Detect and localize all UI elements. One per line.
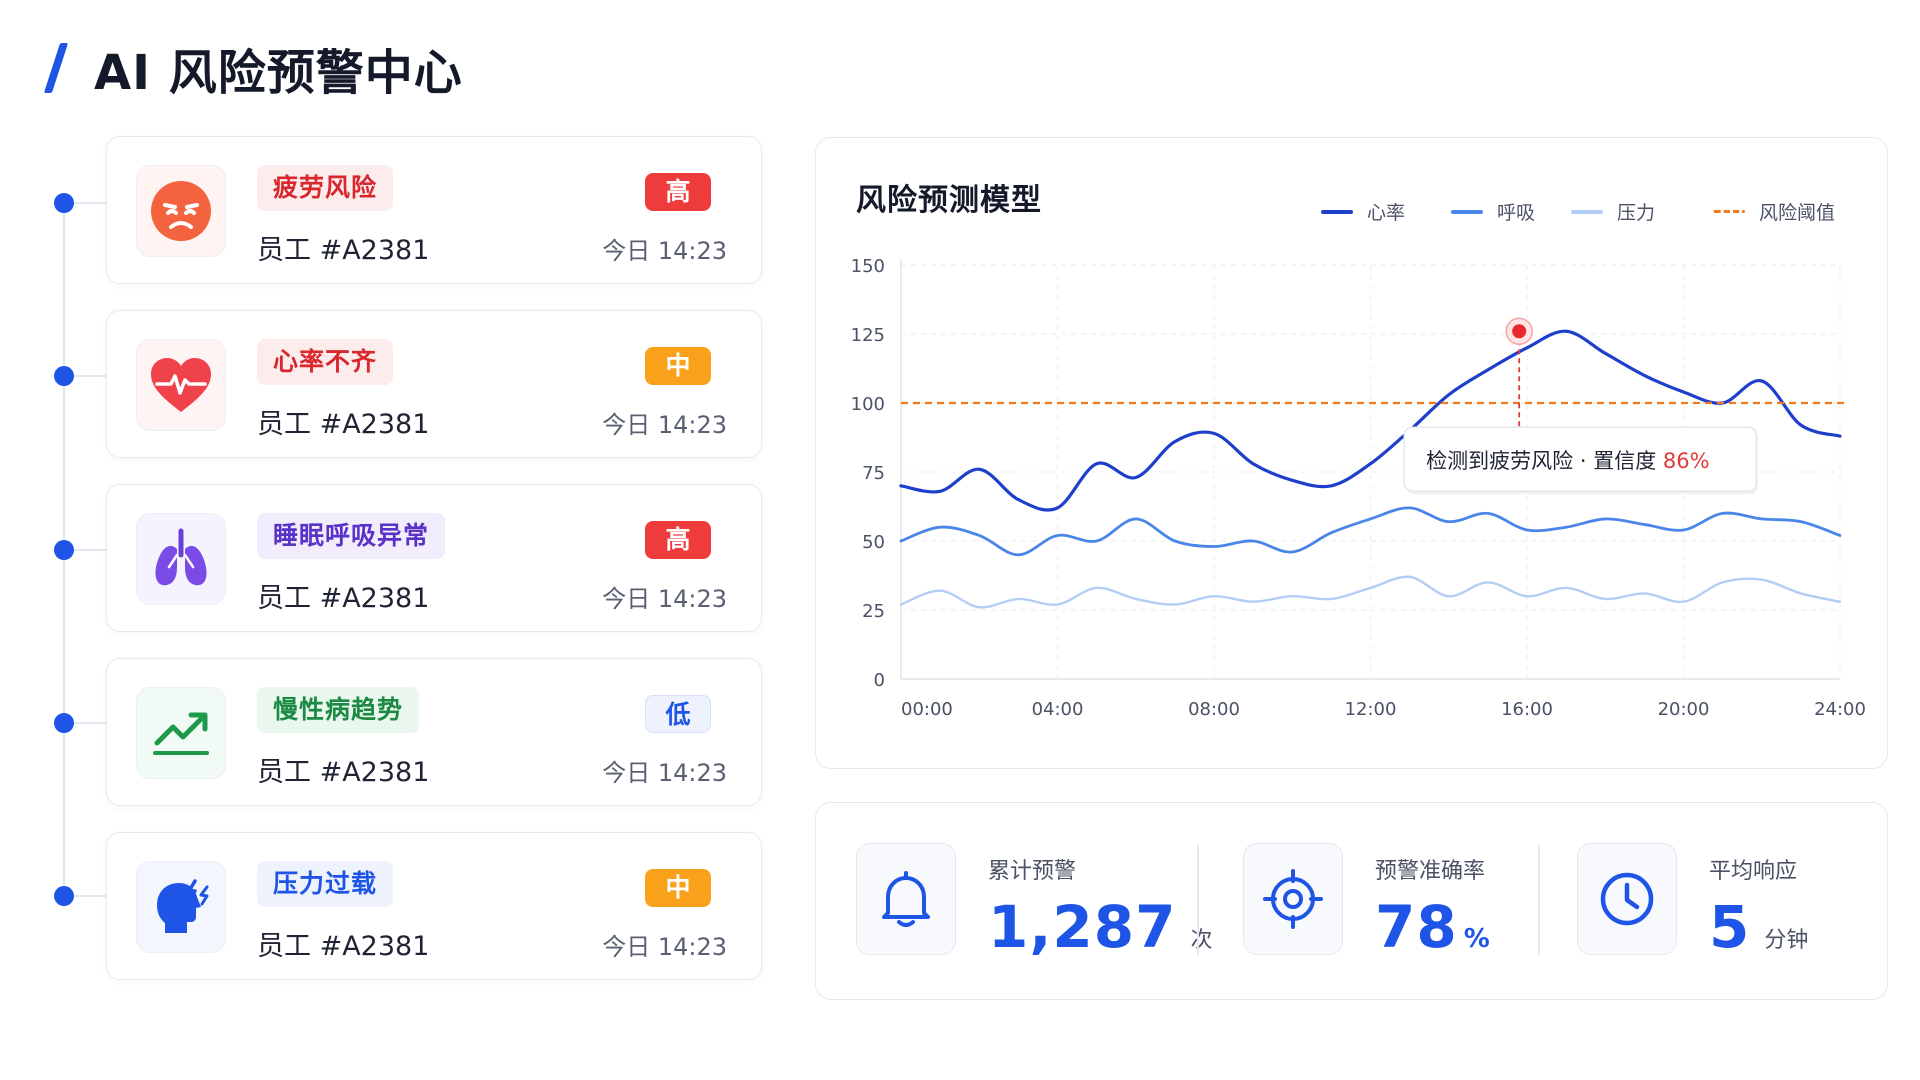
x-tick-label: 12:00 (1345, 699, 1397, 720)
stat-value: 1,287 次 (988, 893, 1212, 961)
page: AI 风险预警中心 疲劳风险 员工 #A2381 高 今日 14:23 心率不齐… (0, 0, 1920, 1080)
page-title: AI 风险预警中心 (94, 45, 463, 101)
alert-employee-id: 员工 #A2381 (257, 409, 430, 440)
y-tick-label: 75 (862, 463, 885, 484)
x-tick-label: 00:00 (901, 699, 953, 720)
timeline-dot (54, 886, 74, 906)
title-accent-slash (43, 43, 69, 93)
alert-card-fatigue[interactable]: 疲劳风险 员工 #A2381 高 今日 14:23 (106, 136, 762, 284)
timeline-tick (74, 202, 106, 204)
timeline-dot (54, 713, 74, 733)
y-tick-label: 50 (862, 532, 885, 553)
alert-type-tag: 压力过载 (257, 861, 394, 907)
alert-time: 今日 14:23 (602, 411, 727, 439)
stat-icon-box (1577, 843, 1677, 955)
bell-icon (882, 871, 930, 927)
timeline-tick (74, 375, 106, 377)
alert-card-sleep-apnea[interactable]: 睡眠呼吸异常 员工 #A2381 高 今日 14:23 (106, 484, 762, 632)
stat-number: 1,287 (988, 893, 1177, 961)
stat-label: 预警准确率 (1375, 859, 1486, 884)
alert-icon-box (136, 861, 226, 953)
timeline-dot (54, 193, 74, 213)
alert-type-tag: 疲劳风险 (257, 165, 394, 211)
alert-employee-id: 员工 #A2381 (257, 235, 430, 266)
stat-value: 5 分钟 (1709, 893, 1808, 961)
timeline-dot (54, 366, 74, 386)
alert-card-chronic-trend[interactable]: 慢性病趋势 员工 #A2381 低 今日 14:23 (106, 658, 762, 806)
trend-up-icon (153, 712, 209, 755)
timeline-tick (74, 722, 106, 724)
timeline-dot (54, 540, 74, 560)
x-tick-label: 04:00 (1032, 699, 1084, 720)
y-tick-label: 150 (851, 256, 885, 277)
stat-unit: 次 (1190, 928, 1213, 953)
tired-face-icon (151, 181, 211, 241)
stat-unit: % (1463, 924, 1490, 954)
alert-level-badge: 高 (645, 173, 711, 211)
clock-icon (1600, 872, 1654, 926)
stat-number: 5 (1709, 893, 1751, 961)
line-chart: 0 25 50 75 100 125 150 00:00 04:00 08:00 12:00 16:0… (851, 256, 1866, 720)
alert-level-badge: 中 (645, 869, 711, 907)
series-line-pressure (899, 575, 1842, 609)
alert-card-stress-overload[interactable]: 压力过载 员工 #A2381 中 今日 14:23 (106, 832, 762, 980)
alert-icon-box (136, 165, 226, 257)
x-tick-label: 24:00 (1814, 699, 1866, 720)
alert-time: 今日 14:23 (602, 933, 727, 961)
risk-model-chart-panel: 风险预测模型 心率 呼吸 压力 风险阈值 0 25 50 75 100 125 150 00:… (815, 137, 1888, 769)
header: AI 风险预警中心 (43, 38, 463, 101)
x-tick-label: 20:00 (1658, 699, 1710, 720)
stats-panel: 累计预警 1,287 次 预警准确率 78% 平均响应 5 分钟 (815, 802, 1888, 1000)
stat-label: 平均响应 (1709, 859, 1798, 884)
stat-divider (1538, 845, 1540, 955)
alert-type-tag: 心率不齐 (257, 339, 394, 385)
y-tick-label: 25 (862, 601, 885, 622)
timeline-tick (74, 549, 106, 551)
timeline-tick (74, 895, 106, 897)
alert-icon-box (136, 339, 226, 431)
annotation-marker (1512, 324, 1527, 339)
stat-icon-box (1243, 843, 1343, 955)
lungs-icon (155, 528, 207, 586)
stat-icon-box (856, 843, 956, 955)
stat-label: 累计预警 (988, 859, 1077, 884)
alert-time: 今日 14:23 (602, 585, 727, 613)
x-tick-label: 08:00 (1188, 699, 1240, 720)
alert-level-badge: 中 (645, 347, 711, 385)
alert-employee-id: 员工 #A2381 (257, 583, 430, 614)
x-tick-label: 16:00 (1501, 699, 1553, 720)
annotation-text: 检测到疲劳风险 · 置信度 86% (1426, 449, 1709, 473)
heart-pulse-icon (151, 358, 211, 412)
target-icon (1263, 869, 1323, 929)
alert-type-tag: 慢性病趋势 (257, 687, 420, 733)
y-tick-label: 100 (851, 394, 885, 415)
alert-level-badge: 高 (645, 521, 711, 559)
alert-employee-id: 员工 #A2381 (257, 931, 430, 962)
alert-card-arrhythmia[interactable]: 心率不齐 员工 #A2381 中 今日 14:23 (106, 310, 762, 458)
alert-type-tag: 睡眠呼吸异常 (257, 513, 446, 559)
alert-icon-box (136, 687, 226, 779)
alert-time: 今日 14:23 (602, 759, 727, 787)
stressed-head-icon (157, 879, 209, 933)
y-tick-label: 0 (874, 670, 885, 691)
alert-employee-id: 员工 #A2381 (257, 757, 430, 788)
alert-icon-box (136, 513, 226, 605)
stat-value: 78% (1375, 893, 1490, 961)
stat-divider (1197, 845, 1199, 955)
y-tick-label: 125 (851, 325, 885, 346)
alert-time: 今日 14:23 (602, 237, 727, 265)
stat-number: 78 (1375, 893, 1458, 961)
stat-unit: 分钟 (1764, 928, 1809, 953)
alert-level-badge: 低 (645, 695, 711, 733)
